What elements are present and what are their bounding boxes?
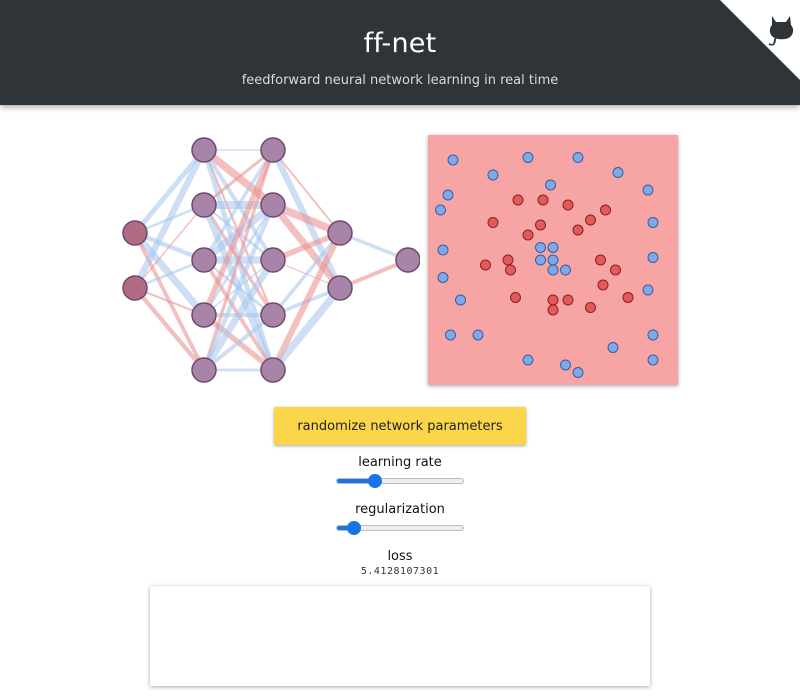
page-title: ff-net (363, 28, 437, 59)
data-point-red (572, 224, 584, 236)
data-point-blue (455, 294, 466, 306)
data-point-red (595, 254, 606, 266)
data-point-blue (572, 152, 584, 163)
data-point-red (597, 279, 609, 291)
network-diagram (122, 137, 420, 383)
learning-rate-slider[interactable] (336, 473, 464, 489)
data-point-blue (435, 204, 446, 216)
data-point-red (510, 292, 521, 303)
data-point-red (512, 194, 524, 206)
data-point-blue (547, 254, 559, 266)
data-point-blue (607, 342, 619, 353)
data-point-blue (535, 254, 546, 266)
network-node (191, 302, 217, 328)
learning-rate-thumb[interactable] (367, 474, 382, 488)
data-point-blue (547, 264, 559, 276)
network-node (191, 247, 217, 273)
data-point-blue (647, 354, 659, 366)
data-point-red (622, 292, 634, 303)
network-node (327, 275, 353, 301)
data-point-blue (447, 154, 459, 166)
network-node (260, 357, 286, 383)
data-point-blue (612, 167, 624, 178)
data-point-red (585, 214, 596, 226)
randomize-parameters-button[interactable]: randomize network parameters (274, 407, 526, 445)
data-point-blue (437, 244, 449, 256)
decision-boundary-plot (428, 135, 678, 385)
regularization-slider[interactable] (336, 520, 464, 536)
data-point-blue (545, 179, 556, 191)
data-point-blue (647, 252, 659, 263)
network-node (327, 220, 353, 246)
data-point-red (547, 304, 559, 316)
network-node (260, 302, 286, 328)
loss-value: 5.4128107301 (360, 566, 440, 577)
data-point-red (487, 217, 499, 228)
data-point-blue (560, 264, 571, 276)
data-point-blue (642, 284, 654, 296)
network-node (260, 247, 286, 273)
data-point-red (502, 254, 514, 266)
regularization-label: regularization (355, 502, 445, 517)
data-point-blue (547, 242, 559, 253)
data-point-red (600, 204, 611, 216)
data-point-blue (535, 242, 546, 253)
network-node (260, 192, 286, 218)
data-point-red (537, 194, 549, 206)
data-point-red (522, 229, 534, 241)
data-point-blue (445, 329, 456, 341)
loss-label: loss (387, 549, 413, 564)
data-point-blue (487, 169, 499, 181)
learning-rate-track[interactable] (336, 478, 464, 484)
data-point-blue (437, 272, 449, 283)
network-node (260, 137, 286, 163)
data-point-red (562, 294, 574, 306)
regularization-thumb[interactable] (347, 521, 362, 535)
page-subtitle: feedforward neural network learning in r… (241, 73, 559, 88)
data-point-red (535, 219, 546, 231)
data-point-blue (522, 152, 534, 163)
learning-rate-label: learning rate (358, 455, 442, 470)
data-point-blue (522, 354, 534, 366)
data-point-red (610, 264, 621, 276)
data-point-red (480, 259, 491, 271)
data-point-blue (442, 189, 454, 201)
data-point-blue (647, 329, 659, 341)
github-corner-link[interactable] (720, 0, 800, 80)
data-point-red (547, 294, 559, 306)
data-point-blue (572, 367, 584, 378)
network-node (122, 220, 148, 246)
network-node (122, 275, 148, 301)
network-node (191, 192, 217, 218)
data-point-blue (642, 184, 654, 196)
network-node (191, 137, 217, 163)
data-point-blue (472, 329, 484, 341)
scatter-points (435, 152, 659, 378)
data-point-blue (647, 217, 659, 228)
network-node (395, 247, 420, 273)
data-point-blue (560, 359, 571, 371)
network-node (191, 357, 217, 383)
page-header: ff-net feedforward neural network learni… (0, 0, 800, 105)
data-point-red (562, 199, 574, 211)
data-point-red (505, 264, 516, 276)
loss-chart (150, 586, 650, 686)
data-point-red (585, 302, 596, 313)
